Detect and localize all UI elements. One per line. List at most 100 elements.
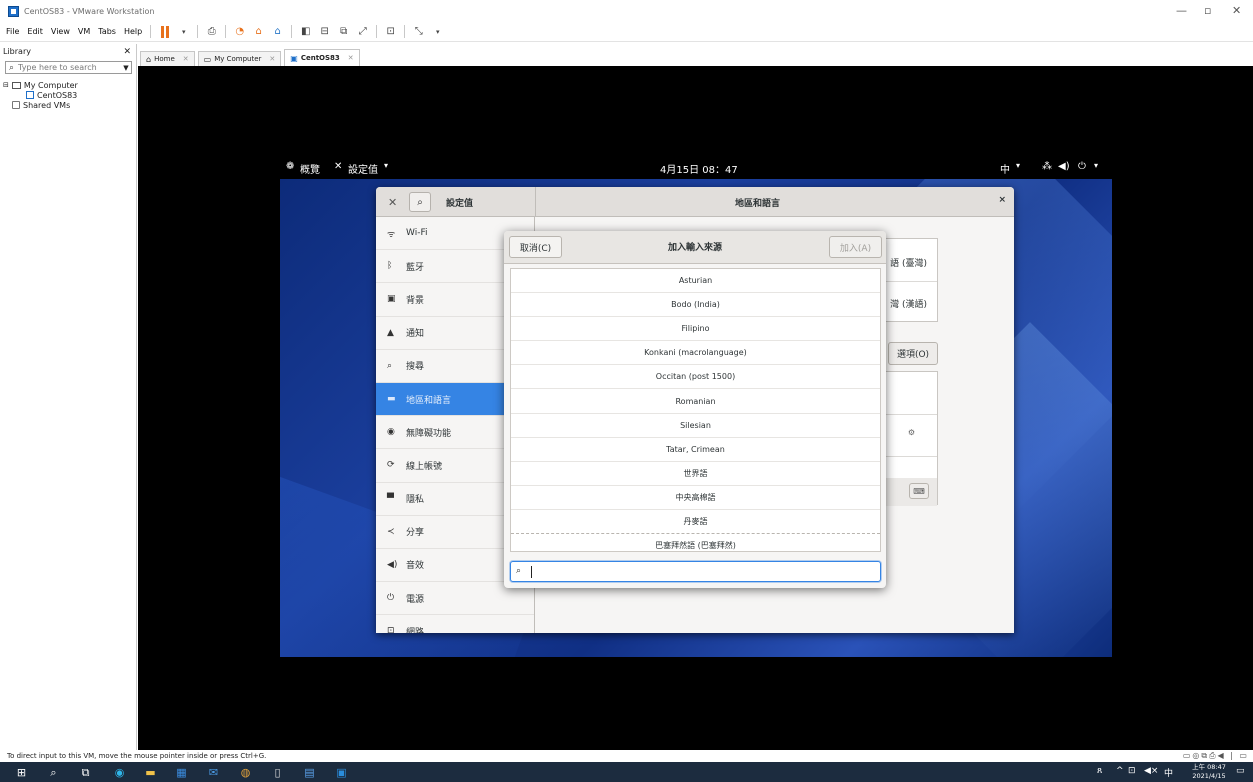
console-view-icon[interactable]: ⊡: [384, 25, 397, 38]
library-search[interactable]: ⌕ Type here to search ▼: [5, 61, 132, 74]
chevron-up-icon[interactable]: ^: [1116, 766, 1124, 776]
network-icon[interactable]: ⊡: [1128, 766, 1136, 776]
close-library-icon[interactable]: ✕: [123, 47, 131, 57]
pause-icon[interactable]: [158, 25, 171, 38]
collapse-icon[interactable]: ⊟: [3, 81, 9, 90]
close-window-icon[interactable]: ✕: [1232, 4, 1241, 17]
chrome-icon[interactable]: ◍: [238, 765, 253, 780]
list-item[interactable]: Occitan (post 1500): [511, 365, 880, 390]
close-icon[interactable]: ×: [998, 195, 1006, 205]
menu-edit[interactable]: Edit: [23, 27, 47, 36]
close-tab-icon[interactable]: ✕: [269, 55, 275, 63]
device-status-icons[interactable]: ▭◎⧉⎙◀ | ▭: [1183, 751, 1249, 761]
list-item[interactable]: Romanian: [511, 389, 880, 414]
list-item[interactable]: Tatar, Crimean: [511, 438, 880, 462]
task-view-icon[interactable]: ⧉: [78, 765, 93, 780]
people-icon[interactable]: ጸ: [1097, 766, 1102, 776]
tab-centos83[interactable]: ▣ CentOS83 ✕: [284, 49, 360, 66]
input-source-settings-icon[interactable]: ⚙: [908, 428, 915, 437]
chevron-down-icon[interactable]: ▾: [1016, 161, 1020, 170]
input-method-indicator[interactable]: 中: [1000, 161, 1010, 176]
full-screen-icon[interactable]: ⤢: [356, 25, 369, 38]
activities-button[interactable]: 概覽: [300, 161, 320, 176]
language-list[interactable]: Asturian Bodo (India) Filipino Konkani (…: [510, 268, 881, 552]
list-item[interactable]: 巴塞拜然語 (巴塞拜然): [511, 534, 880, 551]
store-icon[interactable]: ▦: [174, 765, 189, 780]
list-item[interactable]: Silesian: [511, 414, 880, 438]
revert-snapshot-icon[interactable]: ⌂: [252, 25, 265, 38]
snapshot-manager-icon[interactable]: ⌂: [271, 25, 284, 38]
search-icon: ⌕: [516, 566, 522, 576]
bluetooth-icon: ᛒ: [387, 261, 393, 272]
show-library-icon[interactable]: ◧: [299, 25, 312, 38]
tab-label: CentOS83: [300, 54, 340, 62]
menu-help[interactable]: Help: [120, 27, 146, 36]
list-item[interactable]: Konkani (macrolanguage): [511, 341, 880, 366]
library-search-placeholder[interactable]: Type here to search: [18, 63, 97, 72]
options-button[interactable]: 選項(O): [888, 342, 938, 365]
document-icon[interactable]: ▯: [270, 765, 285, 780]
restore-icon[interactable]: ▫: [1204, 4, 1211, 17]
tree-shared[interactable]: Shared VMs: [3, 100, 136, 110]
list-item[interactable]: 丹麥語: [511, 510, 880, 535]
list-item[interactable]: Bodo (India): [511, 293, 880, 318]
close-tab-icon[interactable]: ✕: [183, 55, 189, 63]
list-item[interactable]: Filipino: [511, 317, 880, 342]
power-icon[interactable]: ⏻: [1078, 161, 1086, 172]
close-tab-icon[interactable]: ✕: [348, 54, 354, 62]
tab-my-computer[interactable]: ▭ My Computer ✕: [197, 51, 282, 66]
menu-tabs[interactable]: Tabs: [94, 27, 120, 36]
add-button[interactable]: 加入(A): [829, 236, 882, 258]
edge-icon[interactable]: ◉: [112, 765, 127, 780]
settings-search-button[interactable]: ⌕: [409, 192, 431, 212]
menu-vm[interactable]: VM: [74, 27, 94, 36]
windows-start-icon[interactable]: ⊞: [14, 765, 29, 780]
chevron-down-icon[interactable]: ▾: [1094, 161, 1098, 170]
language-value[interactable]: 語 (臺灣): [890, 256, 927, 269]
tree-vm[interactable]: CentOS83: [3, 90, 136, 100]
chevron-down-icon[interactable]: ▾: [431, 25, 444, 38]
dialog-header: 取消(C) 加入輸入來源 加入(A): [504, 231, 886, 264]
toolbar-separator: [291, 25, 293, 38]
app-menu[interactable]: 設定值: [348, 161, 378, 176]
background-icon: ▣: [387, 294, 396, 305]
volume-icon[interactable]: ◀): [1058, 161, 1070, 172]
app-icon[interactable]: ▤: [302, 765, 317, 780]
snapshot-icon[interactable]: ◔: [233, 25, 246, 38]
clock[interactable]: 4月15日 08：47: [660, 161, 738, 176]
volume-icon[interactable]: ◀×: [1144, 766, 1158, 776]
panel-title: 地區和語言: [734, 199, 780, 209]
ime-indicator[interactable]: 中: [1164, 766, 1173, 779]
sidebar-item-label: 地區和語言: [406, 395, 452, 406]
mail-icon[interactable]: ✉: [206, 765, 221, 780]
list-item[interactable]: 中央高棉語: [511, 486, 880, 510]
list-item[interactable]: Asturian: [511, 269, 880, 294]
stretch-icon[interactable]: ⤡: [412, 25, 425, 38]
fit-guest-icon[interactable]: ⧉: [337, 25, 350, 38]
wifi-icon: ᯤ: [387, 229, 396, 240]
chevron-down-icon[interactable]: ▾: [384, 161, 388, 170]
minimize-icon[interactable]: —: [1176, 4, 1187, 17]
menu-file[interactable]: File: [2, 27, 23, 36]
network-icon[interactable]: ⁂: [1042, 161, 1052, 172]
chevron-down-icon[interactable]: ▼: [121, 64, 131, 72]
list-item[interactable]: 世界語: [511, 462, 880, 486]
keyboard-icon[interactable]: ⌨: [909, 483, 929, 499]
send-ctrl-alt-del-icon[interactable]: ⎙: [205, 25, 218, 38]
taskbar-clock[interactable]: 上午 08:47 2021/4/15: [1189, 763, 1229, 781]
file-explorer-icon[interactable]: ▬: [143, 765, 158, 780]
tree-my-computer[interactable]: ⊟ My Computer: [3, 80, 136, 90]
vmware-icon[interactable]: ▣: [334, 765, 349, 780]
thumbnail-bar-icon[interactable]: ⊟: [318, 25, 331, 38]
notification-icon[interactable]: ▭: [1236, 766, 1245, 776]
tab-home[interactable]: ⌂ Home ✕: [140, 51, 195, 66]
search-icon[interactable]: ⌕: [46, 765, 61, 780]
dialog-search-input[interactable]: ⌕: [510, 561, 881, 582]
library-tree: ⊟ My Computer CentOS83 Shared VMs: [0, 80, 136, 110]
privacy-icon: ▀: [387, 493, 394, 504]
sidebar-item-network[interactable]: ⊡ 網路: [376, 615, 534, 633]
menu-view[interactable]: View: [47, 27, 74, 36]
formats-value[interactable]: 灣 (漢語): [890, 297, 927, 310]
window-title: CentOS83 - VMware Workstation: [24, 6, 155, 16]
chevron-down-icon[interactable]: ▾: [177, 25, 190, 38]
